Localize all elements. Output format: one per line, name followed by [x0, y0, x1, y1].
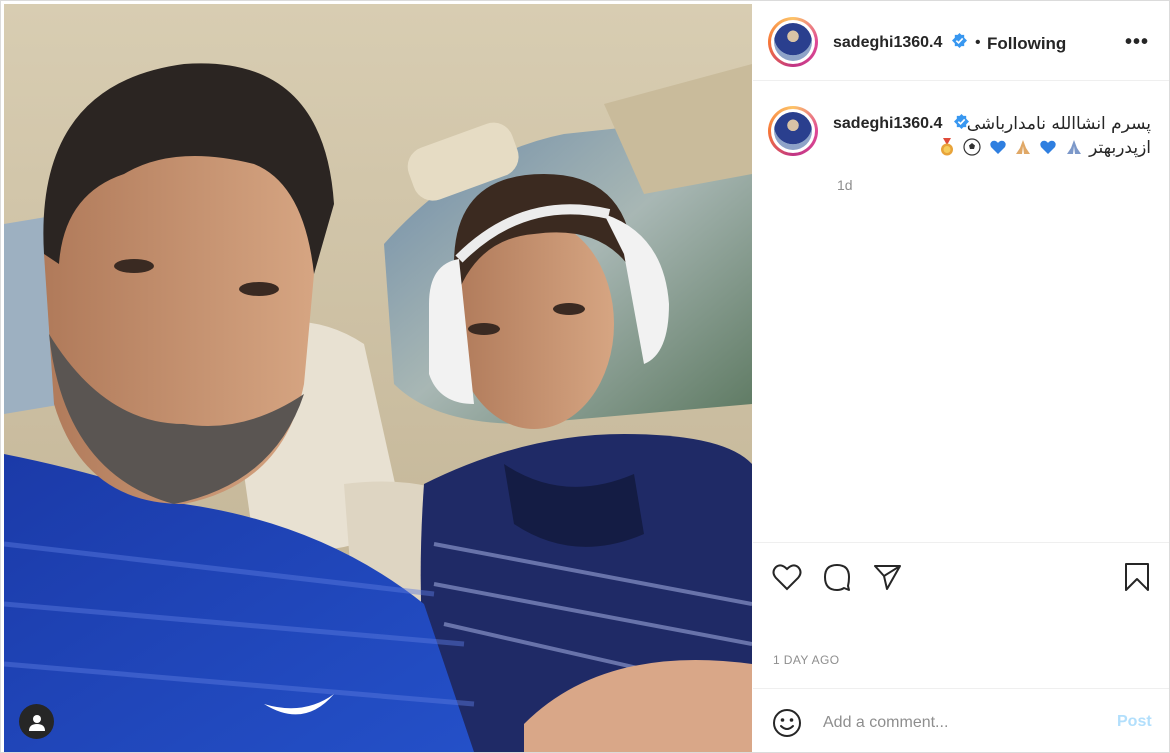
paper-plane-icon [874, 565, 901, 590]
like-button[interactable] [771, 561, 803, 593]
blue-heart-icon [989, 140, 1006, 154]
verified-badge [949, 33, 967, 51]
post-comment-button[interactable]: Post [1117, 713, 1152, 731]
praying-hands-icon [1015, 140, 1030, 154]
post-header: sadeghi1360.4 • Following ••• [753, 4, 1169, 81]
more-options-button[interactable]: ••• [1125, 31, 1149, 54]
post-sidebar: sadeghi1360.4 • Following ••• sadeghi136… [753, 4, 1169, 752]
caption-author-avatar[interactable] [768, 106, 818, 156]
caption-line-1: پسرم انشاالله نامدارباشی [966, 114, 1151, 134]
comment-button[interactable] [821, 561, 853, 593]
user-tag-icon [28, 714, 45, 731]
smiley-icon [773, 709, 801, 737]
medal-icon [940, 138, 953, 156]
author-avatar[interactable] [768, 17, 818, 67]
caption-age[interactable]: 1d [837, 177, 853, 193]
emoji-picker-button[interactable] [771, 707, 803, 739]
save-button[interactable] [1121, 561, 1153, 593]
verified-badge-icon [952, 33, 967, 48]
user-tag-button[interactable] [19, 704, 54, 739]
post-timestamp[interactable]: 1 DAY AGO [773, 653, 840, 667]
following-button[interactable]: Following [987, 34, 1066, 54]
comment-form: Post [753, 688, 1169, 752]
share-button[interactable] [871, 561, 903, 593]
separator-dot: • [975, 34, 981, 51]
action-bar [753, 542, 1169, 612]
heart-icon [772, 564, 802, 591]
post-photo[interactable] [4, 4, 752, 752]
post-modal: sadeghi1360.4 • Following ••• sadeghi136… [0, 0, 1170, 753]
caption-line-2: ازپدربهتر [1089, 138, 1151, 158]
blue-heart-icon [1040, 140, 1057, 154]
photo-illustration [4, 4, 752, 752]
author-username[interactable]: sadeghi1360.4 [833, 34, 942, 52]
comment-icon [824, 564, 850, 591]
caption-text: پسرم انشاالله نامدارباشی ازپدربهتر [833, 112, 1151, 160]
praying-hands-icon [1066, 140, 1081, 154]
bookmark-icon [1125, 563, 1149, 591]
post-caption: sadeghi1360.4 پسرم انشاالله نامدارباشی ا… [753, 82, 1169, 542]
soccer-ball-icon [963, 138, 981, 156]
comment-input[interactable] [823, 711, 1103, 735]
